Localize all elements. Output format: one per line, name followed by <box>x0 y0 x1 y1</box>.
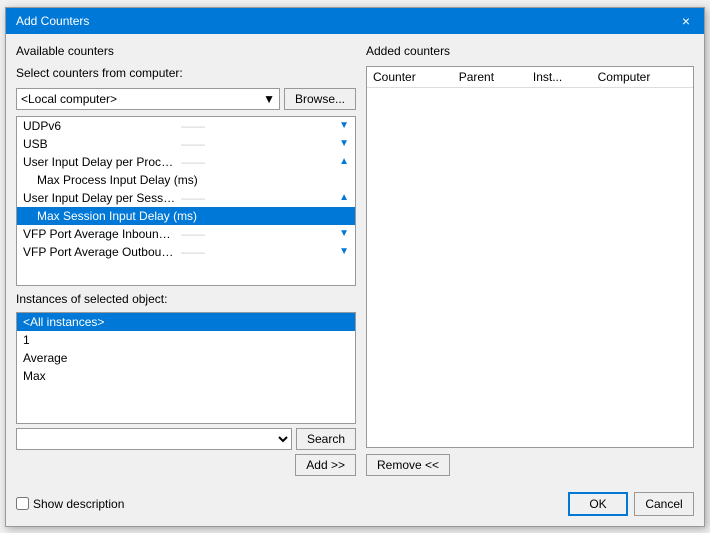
select-computer-label: Select counters from computer: <box>16 66 356 80</box>
instance-list-item[interactable]: <All instances> <box>17 313 355 331</box>
added-counters-table: CounterParentInst...Computer <box>367 67 693 88</box>
added-counters-panel: CounterParentInst...Computer <box>366 66 694 448</box>
counter-item-label: VFP Port Average Inbound Network Traffic <box>23 227 177 241</box>
browse-button[interactable]: Browse... <box>284 88 356 110</box>
computer-combobox[interactable]: <Local computer> ▼ <box>16 88 280 110</box>
expand-icon[interactable]: ▼ <box>339 120 349 131</box>
counter-item-label: User Input Delay per Session <box>23 191 177 205</box>
instances-section: Instances of selected object: <All insta… <box>16 292 356 476</box>
counter-item-label: VFP Port Average Outbound Network Traffi… <box>23 245 177 259</box>
table-header-cell: Parent <box>453 67 527 88</box>
search-input[interactable] <box>16 428 292 450</box>
counter-list-item[interactable]: USB ——▼ <box>17 135 355 153</box>
search-row: Search <box>16 428 356 450</box>
counter-list-item[interactable]: UDPv6 ——▼ <box>17 117 355 135</box>
instances-list: <All instances>1AverageMax <box>17 313 355 385</box>
add-counters-dialog: Add Counters × Available counters Select… <box>5 7 705 527</box>
computer-select-row: <Local computer> ▼ Browse... <box>16 88 356 110</box>
show-description-checkbox[interactable] <box>16 497 29 510</box>
title-bar: Add Counters × <box>6 8 704 34</box>
search-button[interactable]: Search <box>296 428 356 450</box>
instance-list-item[interactable]: 1 <box>17 331 355 349</box>
dropdown-arrow-icon: ▼ <box>263 92 275 106</box>
counter-list-item[interactable]: VFP Port Average Outbound Network Traffi… <box>17 243 355 261</box>
counter-list-container[interactable]: UDPv6 ——▼USB ——▼User Input Delay per Pro… <box>16 116 356 286</box>
instances-list-container[interactable]: <All instances>1AverageMax <box>16 312 356 424</box>
counter-item-label: User Input Delay per Process <box>23 155 177 169</box>
ok-button[interactable]: OK <box>568 492 628 516</box>
counter-list-item[interactable]: VFP Port Average Inbound Network Traffic… <box>17 225 355 243</box>
counter-list-item[interactable]: Max Process Input Delay (ms) <box>17 171 355 189</box>
table-header-cell: Computer <box>592 67 693 88</box>
counter-item-label: UDPv6 <box>23 119 177 133</box>
counter-list-item[interactable]: Max Session Input Delay (ms) <box>17 207 355 225</box>
dialog-footer: Show description OK Cancel <box>6 486 704 526</box>
cancel-button[interactable]: Cancel <box>634 492 694 516</box>
counter-item-label: Max Process Input Delay (ms) <box>37 173 349 187</box>
added-counters-label: Added counters <box>366 44 694 58</box>
footer-buttons: OK Cancel <box>568 492 694 516</box>
computer-value: <Local computer> <box>21 92 117 106</box>
instances-label: Instances of selected object: <box>16 292 356 306</box>
expand-icon[interactable]: ▼ <box>339 138 349 149</box>
instance-list-item[interactable]: Average <box>17 349 355 367</box>
dialog-body: Available counters Select counters from … <box>6 34 704 486</box>
show-description-text: Show description <box>33 497 124 511</box>
instance-list-item[interactable]: Max <box>17 367 355 385</box>
counter-item-label: USB <box>23 137 177 151</box>
left-panel: Available counters Select counters from … <box>16 44 356 476</box>
show-description-label[interactable]: Show description <box>16 497 124 511</box>
collapse-icon[interactable]: ▲ <box>339 192 349 203</box>
remove-button[interactable]: Remove << <box>366 454 450 476</box>
expand-icon[interactable]: ▼ <box>339 228 349 239</box>
close-button[interactable]: × <box>678 14 694 28</box>
counter-list: UDPv6 ——▼USB ——▼User Input Delay per Pro… <box>17 117 355 261</box>
remove-row: Remove << <box>366 454 694 476</box>
add-button[interactable]: Add >> <box>295 454 356 476</box>
collapse-icon[interactable]: ▲ <box>339 156 349 167</box>
expand-icon[interactable]: ▼ <box>339 246 349 257</box>
table-header-cell: Counter <box>367 67 453 88</box>
add-row: Add >> <box>16 454 356 476</box>
available-counters-label: Available counters <box>16 44 356 58</box>
counter-item-label: Max Session Input Delay (ms) <box>37 209 349 223</box>
table-header-row: CounterParentInst...Computer <box>367 67 693 88</box>
counter-list-item[interactable]: User Input Delay per Session ——▲ <box>17 189 355 207</box>
counter-list-item[interactable]: User Input Delay per Process ——▲ <box>17 153 355 171</box>
right-panel: Added counters CounterParentInst...Compu… <box>366 44 694 476</box>
dialog-title: Add Counters <box>16 14 89 28</box>
table-header-cell: Inst... <box>527 67 592 88</box>
